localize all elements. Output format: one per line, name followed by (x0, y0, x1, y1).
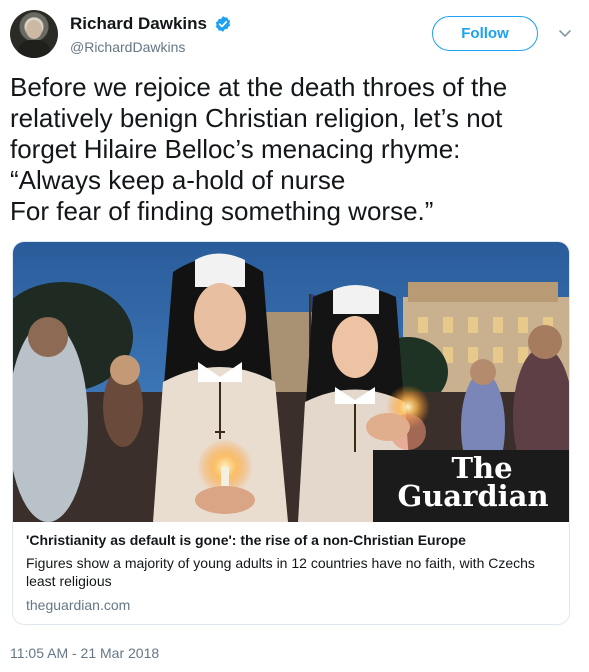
card-title[interactable]: 'Christianity as default is gone': the r… (26, 531, 558, 549)
name-block[interactable]: Richard Dawkins @RichardDawkins (70, 14, 232, 55)
avatar-face (26, 20, 42, 39)
tweet-text: Before we rejoice at the death throes of… (10, 72, 508, 226)
card-description: Figures show a majority of young adults … (26, 555, 535, 589)
avatar[interactable] (10, 10, 58, 58)
card-domain: theguardian.com (26, 597, 131, 613)
display-name[interactable]: Richard Dawkins (70, 14, 207, 34)
link-card[interactable]: The Guardian 'Christianity as default is… (12, 241, 570, 625)
guardian-logo-line2: Guardian (397, 479, 549, 513)
user-handle[interactable]: @RichardDawkins (70, 39, 232, 55)
avatar-shirt (18, 40, 50, 58)
guardian-logo: The Guardian (379, 451, 567, 513)
verified-badge-icon (216, 16, 231, 32)
tweet-timestamp[interactable]: 11:05 AM - 21 Mar 2018 (10, 645, 159, 661)
card-text[interactable]: 'Christianity as default is gone': the r… (13, 522, 569, 624)
follow-button[interactable]: Follow (432, 16, 538, 51)
tweet-header: Richard Dawkins @RichardDawkins Follow (10, 10, 580, 60)
card-image[interactable]: The Guardian (13, 242, 569, 522)
guardian-logo-line1: The (451, 451, 513, 485)
chevron-down-icon[interactable] (556, 24, 574, 42)
